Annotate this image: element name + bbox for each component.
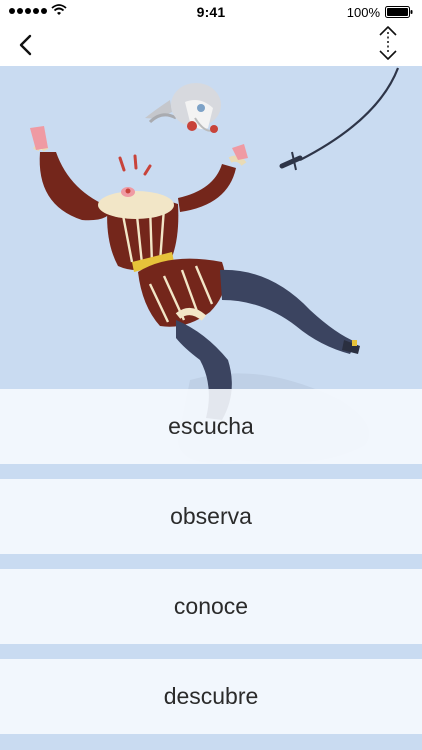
word-option-observa[interactable]: observa: [0, 479, 422, 554]
word-label: descubre: [163, 683, 259, 709]
expand-vertical-icon: [379, 26, 397, 60]
battery-icon: [385, 6, 413, 18]
battery-percent: 100%: [346, 5, 380, 20]
word-option-escucha[interactable]: escucha: [0, 389, 422, 464]
navigation-bar: [0, 24, 422, 66]
status-bar: 9:41 100%: [0, 0, 422, 24]
word-option-conoce[interactable]: conoce: [0, 569, 422, 644]
word-label: escucha: [168, 413, 254, 439]
resize-button[interactable]: [372, 24, 404, 62]
back-button[interactable]: [12, 28, 42, 62]
flying-head: [145, 83, 221, 133]
word-option-descubre[interactable]: descubre: [0, 659, 422, 734]
word-label: conoce: [173, 593, 249, 619]
word-label: observa: [170, 503, 252, 529]
chevron-left-icon: [19, 34, 32, 56]
